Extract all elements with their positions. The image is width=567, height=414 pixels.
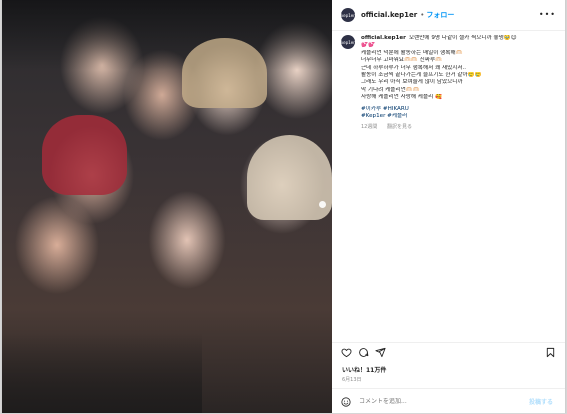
photo-detail: [247, 135, 332, 220]
separator: •: [420, 11, 425, 19]
caption-line: 너무너무 고마워요🫶🏻🫶🏻 진짜루🫶🏻: [361, 57, 443, 64]
caption-username[interactable]: official.kep1er: [361, 35, 406, 41]
photo-detail: [42, 115, 127, 195]
instagram-post: kep1er official.kep1er • フォロー ••• kep1er…: [1, 0, 566, 413]
caption-line: 활동이 조금씩 끝나가는게 슬프기도 한거 같아🥲🥲: [361, 72, 482, 79]
post-sidebar: kep1er official.kep1er • フォロー ••• kep1er…: [332, 0, 565, 413]
emoji-icon[interactable]: [341, 396, 351, 407]
hashtag-link[interactable]: #Kep1er #케플러: [361, 113, 407, 119]
caption-meta: 12週間 翻訳を見る: [361, 124, 559, 131]
like-count[interactable]: いいね！11万件: [342, 365, 386, 374]
bookmark-icon[interactable]: [545, 347, 556, 358]
username-link[interactable]: official.kep1er: [361, 11, 417, 19]
caption-avatar[interactable]: kep1er: [341, 35, 355, 49]
caption-line: 케플리언 덕분에 활동하는 매일이 행복해🫶🏻: [361, 49, 463, 56]
post-header: kep1er official.kep1er • フォロー •••: [332, 0, 565, 31]
hashtag-link[interactable]: #이카루 #HIKARU: [361, 106, 409, 112]
caption-line: 근데 하루하루가 너무 행복해서 꽤 재밌지서..: [361, 64, 467, 71]
comment-icon[interactable]: [358, 347, 369, 358]
action-bar: [332, 342, 565, 361]
caption-line: official.kep1er 오랜만에 9명 다같이 셀카 찍으니까 좋넹🥹😊: [361, 35, 559, 42]
caption-line: 사랑해 케플리언 사랑해 케플리 🥰: [361, 94, 442, 101]
translate-link[interactable]: 翻訳を見る: [387, 124, 412, 130]
avatar[interactable]: kep1er: [341, 8, 355, 22]
caption-line: 그래도 우리 아직 보여줄게 많이 남았으니까: [361, 79, 463, 86]
post-photo[interactable]: [2, 0, 332, 413]
more-icon[interactable]: •••: [539, 10, 556, 19]
caption-body: official.kep1er 오랜만에 9명 다같이 셀카 찍으니까 좋넹🥹😊 …: [361, 35, 559, 132]
comment-input[interactable]: [359, 398, 509, 405]
photo-detail: [182, 38, 267, 108]
photo-detail: [2, 333, 202, 413]
post-date[interactable]: 6月13日: [342, 376, 362, 383]
avatar-text: kep1er: [341, 39, 355, 45]
carousel-indicator: [319, 201, 326, 208]
avatar-text: kep1er: [341, 12, 355, 18]
chalkboard-background: [2, 0, 332, 70]
heart-icon[interactable]: [341, 347, 352, 358]
caption-line: 막 기다려 케플리언🫶🏻🫶🏻: [361, 86, 420, 93]
hashtag-line: #이카루 #HIKARU: [361, 106, 559, 113]
caption-line: 💕💕: [361, 42, 375, 49]
comment-bar: 投稿する: [332, 388, 565, 414]
follow-button[interactable]: フォロー: [426, 10, 454, 20]
share-icon[interactable]: [375, 347, 386, 358]
hashtag-line: #Kep1er #케플러: [361, 113, 559, 120]
caption-text: 오랜만에 9명 다같이 셀카 찍으니까 좋넹🥹😊: [408, 35, 517, 41]
post-comment-button[interactable]: 投稿する: [529, 397, 553, 406]
post-age: 12週間: [361, 124, 378, 131]
